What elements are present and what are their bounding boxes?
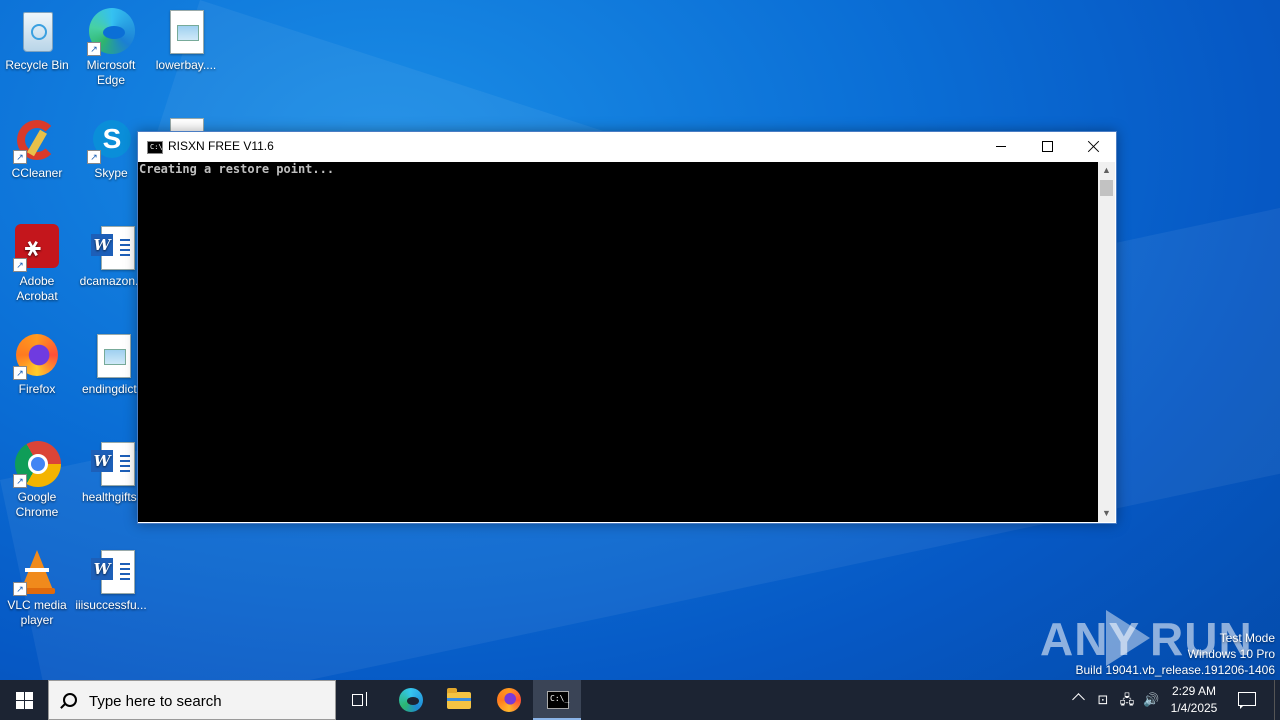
desktop-icon-recycle-bin[interactable]: Recycle Bin: [1, 8, 73, 73]
edge-icon: [399, 688, 423, 712]
clock-time: 2:29 AM: [1171, 684, 1217, 698]
volume-icon[interactable]: 🔊: [1143, 692, 1159, 708]
close-icon: [1087, 140, 1100, 153]
icon-label: Microsoft Edge: [86, 58, 136, 87]
start-button[interactable]: [0, 680, 48, 720]
windows-edition-label: Windows 10 Pro: [1187, 647, 1275, 661]
notification-center-button[interactable]: [1236, 690, 1256, 710]
system-info: Test Mode Windows 10 Pro Build 19041.vb_…: [1076, 630, 1276, 678]
file-explorer-icon: [447, 688, 471, 709]
test-mode-label: Test Mode: [1219, 631, 1275, 645]
chevron-up-icon: [1072, 693, 1085, 706]
close-button[interactable]: [1070, 132, 1116, 162]
search-icon: [63, 693, 77, 707]
console-output-area[interactable]: Creating a restore point...: [138, 162, 1098, 522]
shortcut-arrow-icon: ↗: [13, 366, 27, 380]
icon-label: Adobe Acrobat: [16, 274, 58, 303]
tray-device-icon[interactable]: ⊡: [1095, 692, 1111, 708]
build-label: Build 19041.vb_release.191206-1406: [1075, 663, 1276, 677]
scrollbar-thumb[interactable]: [1100, 180, 1113, 196]
taskbar-cmd-button[interactable]: C:\_: [533, 680, 581, 720]
image-file-icon: [97, 334, 131, 378]
cmd-icon: C:\: [147, 141, 163, 154]
desktop-icon-vlc[interactable]: ↗ VLC media player: [1, 548, 73, 628]
shortcut-arrow-icon: ↗: [13, 150, 27, 164]
console-output-text: Creating a restore point...: [139, 162, 335, 176]
windows-logo-icon: [16, 692, 33, 709]
shortcut-arrow-icon: ↗: [13, 582, 27, 596]
firefox-icon: [497, 688, 521, 712]
desktop-icon-ccleaner[interactable]: ↗ CCleaner: [1, 116, 73, 181]
taskbar-firefox-button[interactable]: [484, 680, 532, 720]
scroll-up-icon[interactable]: ▲: [1098, 162, 1115, 179]
notification-icon: [1238, 692, 1256, 706]
icon-label: CCleaner: [11, 166, 63, 180]
minimize-icon: [996, 146, 1006, 147]
icon-label: lowerbay....: [155, 58, 217, 72]
clock-date: 1/4/2025: [1170, 701, 1218, 715]
taskbar-edge-button[interactable]: [386, 680, 434, 720]
desktop-icon-firefox[interactable]: ↗ Firefox: [1, 332, 73, 397]
desktop-icon-google-chrome[interactable]: ↗ Google Chrome: [1, 440, 73, 520]
taskbar: Type here to search C:\_ ⊡ 🖧 🔊 2:29 AM 1…: [0, 680, 1280, 720]
maximize-icon: [1042, 141, 1053, 152]
search-placeholder: Type here to search: [89, 693, 222, 710]
window-titlebar[interactable]: C:\ RISXN FREE V11.6: [138, 132, 1116, 162]
show-hidden-icons-button[interactable]: [1070, 680, 1088, 720]
taskbar-search-box[interactable]: Type here to search: [48, 680, 336, 720]
scroll-down-icon[interactable]: ▼: [1098, 505, 1115, 522]
icon-label: VLC media player: [7, 598, 67, 627]
desktop-icon-lowerbay[interactable]: lowerbay....: [150, 8, 222, 73]
task-view-icon: [352, 692, 368, 706]
shortcut-arrow-icon: ↗: [13, 258, 27, 272]
console-window[interactable]: C:\ RISXN FREE V11.6 Creating a restore …: [137, 131, 1117, 524]
cmd-icon: C:\_: [547, 691, 569, 709]
maximize-button[interactable]: [1024, 132, 1070, 162]
window-title: RISXN FREE V11.6: [168, 139, 274, 153]
shortcut-arrow-icon: ↗: [13, 474, 27, 488]
icon-label: iiisuccessfu...: [75, 598, 147, 612]
network-icon[interactable]: 🖧: [1119, 692, 1135, 708]
icon-label: Google Chrome: [15, 490, 59, 519]
task-view-button[interactable]: [336, 680, 384, 720]
shortcut-arrow-icon: ↗: [87, 42, 101, 56]
vertical-scrollbar[interactable]: ▲ ▼: [1098, 162, 1115, 522]
desktop-icon-microsoft-edge[interactable]: ↗ Microsoft Edge: [75, 8, 147, 88]
minimize-button[interactable]: [978, 132, 1024, 162]
taskbar-clock[interactable]: 2:29 AM 1/4/2025: [1163, 683, 1225, 717]
desktop-icon-adobe-acrobat[interactable]: ⚹ ↗ Adobe Acrobat: [1, 224, 73, 304]
desktop-icon-iiisuccessfu[interactable]: W iiisuccessfu...: [75, 548, 147, 613]
icon-label: Recycle Bin: [5, 58, 69, 72]
taskbar-file-explorer-button[interactable]: [435, 680, 483, 720]
show-desktop-button[interactable]: [1274, 680, 1275, 720]
image-file-icon: [170, 10, 204, 54]
shortcut-arrow-icon: ↗: [87, 150, 101, 164]
icon-label: Firefox: [18, 382, 56, 396]
